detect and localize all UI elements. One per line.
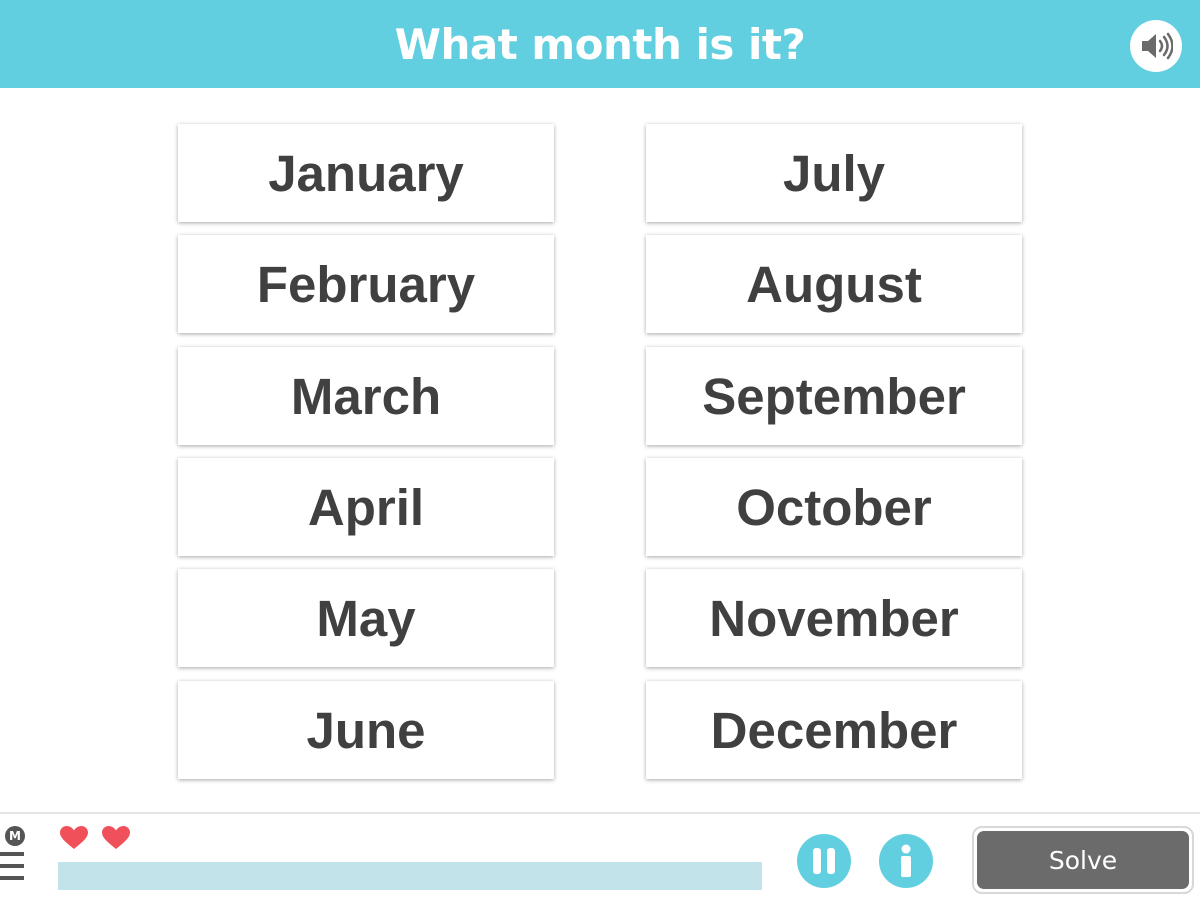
pause-button[interactable]	[797, 834, 851, 888]
lives	[60, 826, 130, 850]
choice-label: June	[306, 701, 426, 759]
menu-button[interactable]: M	[0, 824, 28, 894]
info-button[interactable]	[879, 834, 933, 888]
solve-button[interactable]: Solve	[977, 831, 1189, 889]
pause-icon	[813, 848, 835, 874]
progress-bar	[58, 862, 762, 890]
choice-october[interactable]: October	[646, 458, 1022, 556]
choice-label: September	[702, 367, 966, 425]
choice-label: February	[256, 255, 476, 313]
choice-november[interactable]: November	[646, 569, 1022, 667]
hamburger-icon	[0, 852, 24, 856]
choice-march[interactable]: March	[178, 347, 554, 445]
choice-december[interactable]: December	[646, 681, 1022, 779]
choice-may[interactable]: May	[178, 569, 554, 667]
heart-icon	[102, 826, 130, 849]
choice-june[interactable]: June	[178, 681, 554, 779]
footer-bar: M Solve	[0, 812, 1200, 900]
choice-label: December	[710, 701, 958, 759]
month-choices: January February March April May June Ju…	[0, 0, 1200, 800]
choice-label: January	[268, 144, 464, 202]
choice-april[interactable]: April	[178, 458, 554, 556]
choice-february[interactable]: February	[178, 235, 554, 333]
hamburger-icon-line	[0, 876, 24, 880]
hamburger-icon-line	[0, 864, 24, 868]
choice-label: May	[316, 589, 416, 647]
choice-july[interactable]: July	[646, 124, 1022, 222]
choice-january[interactable]: January	[178, 124, 554, 222]
choice-september[interactable]: September	[646, 347, 1022, 445]
choice-label: August	[746, 255, 922, 313]
choice-label: April	[307, 478, 425, 536]
menu-badge: M	[5, 826, 25, 846]
heart-icon	[60, 826, 88, 849]
info-icon	[901, 844, 911, 877]
choice-august[interactable]: August	[646, 235, 1022, 333]
solve-button-frame: Solve	[972, 826, 1194, 894]
choice-label: July	[782, 144, 886, 202]
choice-label: October	[736, 478, 932, 536]
choice-label: March	[290, 367, 442, 425]
choice-label: November	[709, 589, 959, 647]
